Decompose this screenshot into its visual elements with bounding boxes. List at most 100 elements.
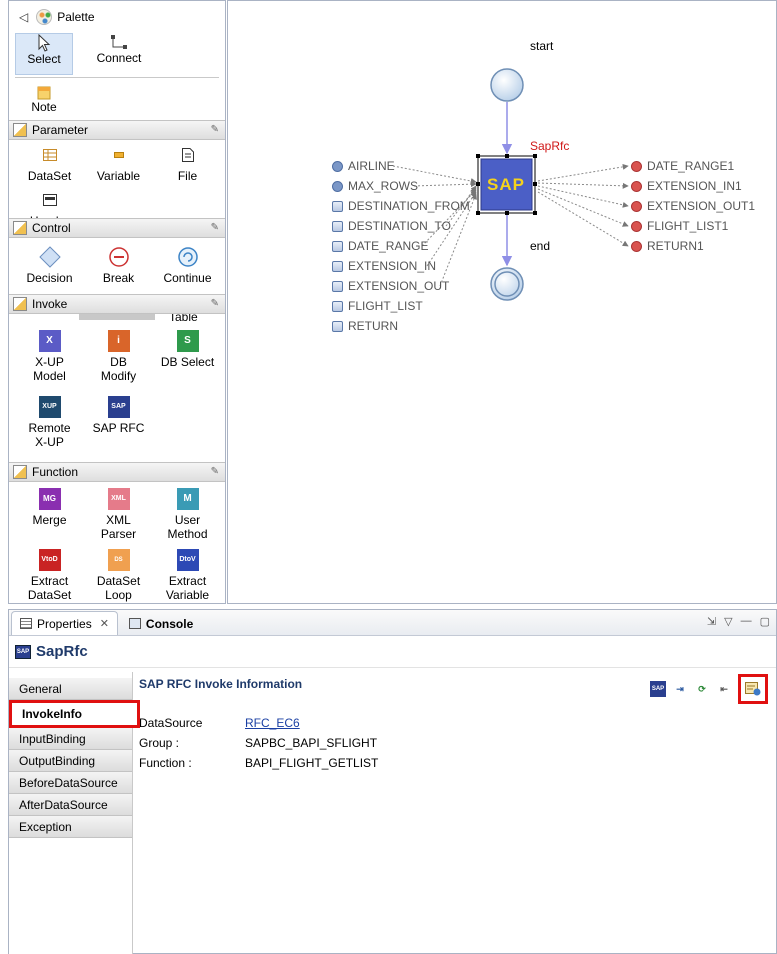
palette-title: Palette: [57, 10, 95, 24]
end-label: end: [530, 239, 551, 253]
input-param[interactable]: DATE_RANGE: [332, 239, 428, 253]
file-icon: [177, 144, 199, 166]
import-button[interactable]: ⇥: [672, 681, 688, 697]
input-param[interactable]: FLIGHT_LIST: [332, 299, 423, 313]
output-param-icon: [631, 180, 642, 192]
connect-icon: [111, 35, 127, 49]
palette-item-file[interactable]: File: [153, 144, 222, 183]
note-tool[interactable]: Note: [15, 86, 73, 114]
drawer-invoke[interactable]: Invoke ✎: [9, 294, 225, 314]
input-param[interactable]: AIRLINE: [332, 159, 395, 173]
palette-item-variable[interactable]: Variable: [84, 144, 153, 183]
maximize-icon[interactable]: ▢: [760, 615, 770, 628]
side-tab-invokeinfo[interactable]: InvokeInfo: [9, 700, 140, 728]
palette-item-db-modify[interactable]: i DB Modify: [84, 330, 153, 390]
palette-panel: ◁ Palette Select Connect Note Parameter …: [8, 0, 226, 604]
folder-icon: [13, 297, 27, 311]
refresh-button[interactable]: ⟳: [694, 681, 710, 697]
output-param[interactable]: EXTENSION_IN1: [631, 179, 742, 193]
decision-icon: [38, 246, 61, 268]
palette-item-extract-variable[interactable]: DtoV Extract Variable: [153, 549, 222, 603]
datasource-link[interactable]: RFC_EC6: [245, 716, 300, 730]
clipped-item-label: Table: [169, 314, 198, 324]
run-test-button[interactable]: [738, 674, 768, 704]
input-param[interactable]: EXTENSION_OUT: [332, 279, 449, 293]
input-param[interactable]: EXTENSION_IN: [332, 259, 436, 273]
palette-item-xup-model[interactable]: X X-UP Model: [15, 330, 84, 390]
connect-tool[interactable]: Connect: [85, 33, 153, 75]
side-tab-exception[interactable]: Exception: [9, 816, 132, 838]
side-tab-inputbinding[interactable]: InputBinding: [9, 728, 132, 750]
pin-view-icon[interactable]: ⇲: [707, 615, 716, 628]
scroll-up-button[interactable]: [79, 314, 155, 320]
palette-item-db-select[interactable]: S DB Select: [153, 330, 222, 390]
properties-icon: [20, 618, 32, 629]
extract-variable-icon: DtoV: [176, 549, 199, 571]
pin-icon[interactable]: ✎: [211, 222, 219, 233]
break-icon: [108, 246, 130, 268]
xml-parser-icon: XML: [107, 488, 130, 510]
palette-item-decision[interactable]: Decision: [15, 246, 84, 288]
palette-item-user-method[interactable]: M User Method: [153, 488, 222, 543]
tab-console[interactable]: Console: [120, 611, 202, 635]
pin-icon[interactable]: ✎: [211, 124, 219, 135]
side-tab-general[interactable]: General: [9, 678, 132, 700]
tab-properties[interactable]: Properties ✕: [11, 611, 118, 635]
table-param-icon: [332, 220, 343, 232]
output-param-icon: [631, 220, 642, 232]
extract-dataset-icon: VtoD: [38, 549, 61, 571]
start-node[interactable]: [490, 68, 524, 102]
input-param[interactable]: DESTINATION_FROM: [332, 199, 470, 213]
folder-icon: [13, 123, 27, 137]
drawer-function[interactable]: Function ✎: [9, 462, 225, 482]
folder-icon: [13, 465, 27, 479]
side-tab-beforedatasource[interactable]: BeforeDataSource: [9, 772, 132, 794]
input-param[interactable]: MAX_ROWS: [332, 179, 418, 193]
palette-item-remote-xup[interactable]: XUP Remote X-UP: [15, 396, 84, 456]
table-param-icon: [332, 260, 343, 272]
user-method-icon: M: [176, 488, 199, 510]
sap-connect-button[interactable]: SAP: [650, 681, 666, 697]
drawer-parameter[interactable]: Parameter ✎: [9, 120, 225, 140]
db-select-icon: S: [176, 330, 199, 352]
output-param[interactable]: DATE_RANGE1: [631, 159, 734, 173]
export-button[interactable]: ⇤: [716, 681, 732, 697]
palette-item-sap-rfc[interactable]: SAP SAP RFC: [84, 396, 153, 456]
sap-icon: SAP: [15, 644, 31, 659]
drawer-control[interactable]: Control ✎: [9, 218, 225, 238]
palette-item-dataset-loop[interactable]: DS DataSet Loop: [84, 549, 153, 603]
output-param[interactable]: FLIGHT_LIST1: [631, 219, 728, 233]
select-tool[interactable]: Select: [15, 33, 73, 75]
properties-tabbar: Properties ✕ Console ⇲ ▽ — ▢: [9, 610, 776, 636]
output-bindings: [537, 163, 629, 247]
palette-item-xml-parser[interactable]: XML XML Parser: [84, 488, 153, 543]
continue-icon: [177, 246, 199, 268]
table-icon: [39, 144, 61, 166]
end-node[interactable]: [490, 267, 524, 301]
palette-header: ◁ Palette: [9, 1, 225, 33]
output-param[interactable]: RETURN1: [631, 239, 704, 253]
input-param[interactable]: DESTINATION_TO: [332, 219, 451, 233]
diagram-canvas[interactable]: SAP start end SapRfc AIRLINE MAX_ROWS DE…: [227, 0, 777, 604]
table-param-icon: [332, 300, 343, 312]
palette-item-dataset[interactable]: DataSet: [15, 144, 84, 183]
pin-icon[interactable]: ✎: [211, 466, 219, 477]
input-param[interactable]: RETURN: [332, 319, 398, 333]
view-menu-icon[interactable]: ▽: [724, 615, 732, 628]
pin-icon[interactable]: ✎: [211, 298, 219, 309]
side-tab-afterdatasource[interactable]: AfterDataSource: [9, 794, 132, 816]
minimize-icon[interactable]: —: [741, 615, 752, 628]
db-modify-icon: i: [107, 330, 130, 352]
palette-item-extract-dataset[interactable]: VtoD Extract DataSet: [15, 549, 84, 603]
palette-item-merge[interactable]: MG Merge: [15, 488, 84, 543]
close-icon[interactable]: ✕: [100, 617, 109, 630]
folder-icon: [13, 221, 27, 235]
output-param[interactable]: EXTENSION_OUT1: [631, 199, 755, 213]
side-tab-outputbinding[interactable]: OutputBinding: [9, 750, 132, 772]
collapse-palette-icon[interactable]: ◁: [19, 10, 28, 24]
palette-item-continue[interactable]: Continue: [153, 246, 222, 288]
palette-item-break[interactable]: Break: [84, 246, 153, 288]
table-param-icon: [332, 280, 343, 292]
start-label: start: [530, 39, 554, 53]
diagram-connections: [392, 68, 629, 301]
